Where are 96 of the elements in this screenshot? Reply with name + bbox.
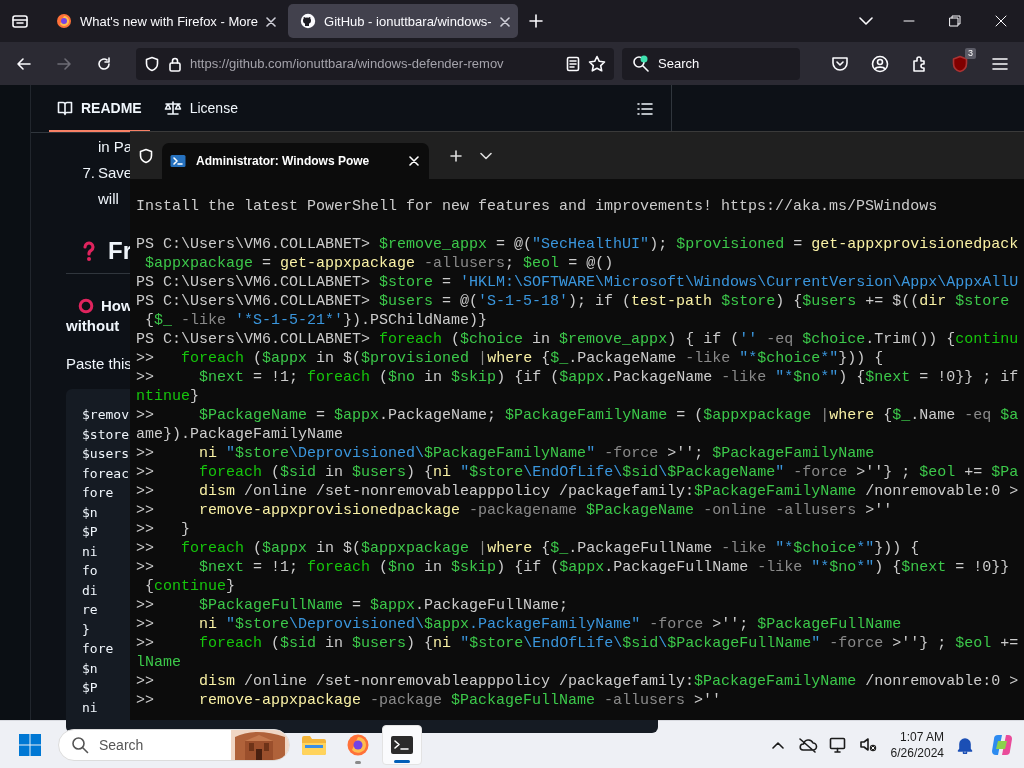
extension-badge: 3: [965, 47, 976, 59]
ring-icon: [78, 298, 94, 314]
tab-overview-icon[interactable]: [11, 13, 29, 29]
terminal-line: >> foreach ($appx in $($provisioned |where {$_.PackageName -like "*$choice*"})) {: [136, 349, 885, 368]
code-line: fore: [82, 640, 114, 658]
lock-icon: [168, 55, 182, 72]
terminal-line: >> $next = !1; foreach ($no in $skip) {if ($appx.PackageName -like "*$no*") {$next = !0}} ; if: [136, 368, 1020, 387]
menu-icon[interactable]: [992, 56, 1008, 71]
github-icon: [300, 13, 317, 29]
pocket-icon[interactable]: [831, 54, 849, 73]
back-icon[interactable]: [16, 55, 32, 72]
restore-icon[interactable]: [949, 15, 961, 27]
terminal-line: {continue}: [144, 577, 237, 596]
reload-icon[interactable]: [96, 55, 112, 72]
code-line: $store: [82, 425, 129, 444]
shield-icon: [138, 147, 154, 164]
code-line: $users: [82, 445, 129, 463]
code-line: $P: [82, 523, 98, 541]
code-line: ni: [82, 542, 98, 561]
readme-tab[interactable]: License: [155, 85, 246, 132]
terminal-line: >> foreach ($sid in $users) {ni "$store\EndOfLife\$sid\$PackageFullName" -force >''} ; $eol +=: [136, 634, 1020, 653]
forward-icon: [56, 55, 72, 72]
search-icon: [71, 735, 89, 754]
windows-start-icon[interactable]: [18, 732, 42, 757]
code-line: }: [82, 620, 90, 639]
terminal-line: >> dism /online /set-nonremovableapppolicy /packagefamily:$PackageFamilyName /nonremovable:0 >: [136, 672, 1020, 691]
chevron-up-icon[interactable]: [771, 740, 784, 749]
terminal-line: lName: [136, 653, 182, 672]
terminal-line: >> $next = !1; foreach ($no in $skip) {if ($appx.PackageFullName -like "*$no*") {$next = !0}}: [136, 558, 1011, 577]
address-bar[interactable]: https://github.com/ionuttbara/windows-defender-remov: [136, 47, 614, 80]
terminal-line: $appxpackage = get-appxpackage -allusers; $eol = @(): [144, 254, 615, 273]
reader-view-icon[interactable]: [566, 55, 580, 72]
account-icon[interactable]: [871, 54, 889, 73]
code-line: $remov: [82, 406, 129, 424]
scale-icon: [163, 99, 182, 116]
list-text: Save: [98, 163, 133, 183]
search-icon: [632, 54, 650, 73]
terminal-line: PS C:\Users\VM6.COLLABNET> $remove_appx = @("SecHealthUI"); $provisioned = get-appxprovisionedpack: [136, 235, 1020, 254]
terminal-line: Install the latest PowerShell for new features and improvements! https://aka.ms/PSWindows: [136, 197, 939, 216]
terminal-line: >> foreach ($appx in $($appxpackage |where {$_.PackageFullName -like "*$choice*"})) {: [136, 539, 921, 558]
terminal-icon: [390, 733, 414, 756]
folder-icon: [301, 733, 327, 756]
terminal-line: >> ni "$store\Deprovisioned\$PackageFamilyName" -force >''; $PackageFamilyName: [136, 444, 876, 463]
tab-list-icon[interactable]: [859, 16, 873, 26]
shield-icon: [144, 55, 160, 72]
code-line: $P: [82, 679, 98, 697]
firefox-icon: [346, 732, 370, 757]
bookmark-star-icon[interactable]: [588, 54, 606, 73]
terminal-line: PS C:\Users\VM6.COLLABNET> $store = 'HKLM:\SOFTWARE\Microsoft\Windows\CurrentVersion\Appx\AppxAllU: [136, 273, 1020, 292]
terminal-line: >> ni "$store\Deprovisioned\$appx.PackageFamilyName" -force >''; $PackageFullName: [136, 615, 903, 634]
terminal-line: PS C:\Users\VM6.COLLABNET> foreach ($choice in $remove_appx) { if ('' -eq $choice.Trim()) {continu: [136, 330, 1020, 349]
close-icon[interactable]: [499, 16, 510, 27]
taskbar-search[interactable]: Search: [58, 728, 290, 761]
terminal-line: ame}).PackageFamilyName: [136, 425, 345, 444]
clock-time[interactable]: 1:07 AM: [899, 728, 944, 745]
terminal-tab[interactable]: Administrator: Windows Powe: [162, 143, 430, 179]
terminal-line: >> remove-appxprovisionedpackage -packagename $PackageName -online -allusers >'': [136, 501, 894, 520]
terminal-line: >> remove-appxpackage -package $PackageFullName -allusers >'': [136, 691, 723, 710]
speaker-muted-icon[interactable]: [858, 735, 877, 754]
powershell-icon: [170, 154, 186, 168]
terminal-line: >> $PackageFullName = $appx.PackageFullName;: [136, 596, 570, 615]
code-line: di: [82, 581, 98, 600]
terminal-line: {$_ -like '*S-1-5-21*'}).PSChildName)}: [144, 311, 489, 330]
code-line: $n: [82, 659, 98, 678]
question-text: without: [66, 316, 120, 336]
new-tab-icon[interactable]: [450, 149, 463, 162]
taskbar-app[interactable]: [382, 724, 422, 765]
bell-icon[interactable]: [957, 735, 973, 754]
code-line: re: [82, 601, 98, 619]
terminal-line: >> $PackageName = $appx.PackageName; $PackageFamilyName = ($appxpackage |where {$_.Name -eq $a: [136, 406, 1020, 425]
monitor-icon[interactable]: [828, 735, 847, 754]
list-text: will: [97, 189, 119, 209]
terminal-line: >> foreach ($sid in $users) {ni "$store\EndOfLife\$sid\$PackageName" -force >''} ; $eol += $Pa: [136, 463, 1020, 482]
terminal-line: >> dism /online /set-nonremovableapppolicy /packagefamily:$PackageFamilyName /nonremovable:0 >: [136, 482, 1020, 501]
cloud-off-icon[interactable]: [797, 736, 818, 753]
code-line: $n: [82, 503, 98, 522]
close-icon[interactable]: [266, 16, 277, 27]
code-line: fore: [82, 484, 114, 502]
terminal-line: >> }: [136, 520, 191, 539]
code-line: fo: [82, 562, 98, 580]
section-heading: Fr: [108, 237, 132, 265]
terminal-line: PS C:\Users\VM6.COLLABNET> $users = @('S-1-5-18'); if (test-path $store) {$users += $((dir $store: [136, 292, 1011, 311]
firefox-icon: [56, 13, 72, 29]
book-icon: [57, 99, 73, 116]
search-field[interactable]: Search: [622, 47, 800, 80]
browser-tab[interactable]: What's new with Firefox - More: [44, 4, 285, 38]
code-line: ni: [82, 698, 98, 717]
code-line: foreac: [82, 464, 129, 483]
list-number: 7.: [81, 163, 95, 183]
terminal-line: ntinue}: [136, 387, 201, 406]
clock-date[interactable]: 6/26/2024: [890, 744, 944, 761]
outline-list-icon[interactable]: [637, 101, 653, 116]
url-text: https://github.com/ionuttbara/windows-defender-remov: [190, 56, 505, 71]
question-mark-icon: [82, 240, 96, 262]
browser-tab[interactable]: GitHub - ionuttbara/windows-: [288, 4, 518, 38]
dropdown-icon[interactable]: [480, 151, 493, 160]
